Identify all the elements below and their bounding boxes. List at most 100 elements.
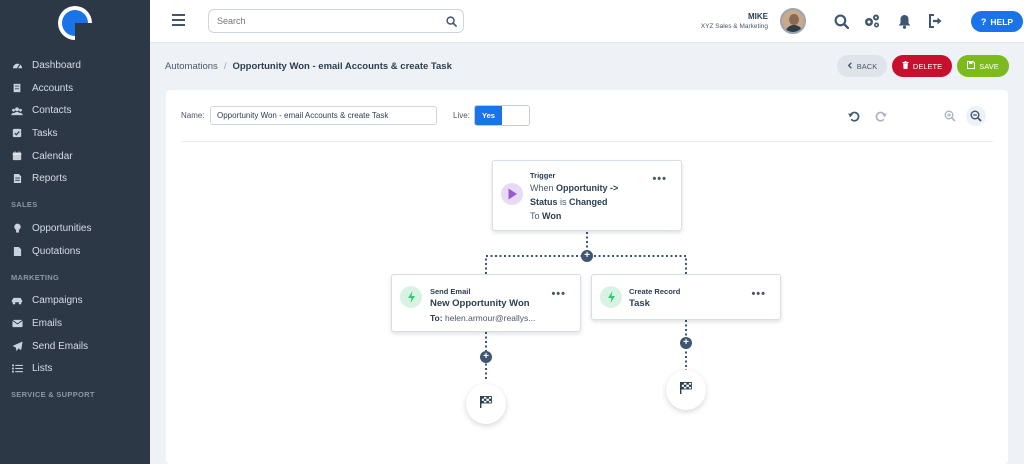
sidebar-section-marketing: MARKETING [11,272,60,282]
create-record-node[interactable]: Create Record Task ••• [591,274,781,320]
create-record-subtitle: Task [629,298,650,309]
checkered-flag-icon [679,381,693,400]
bell-icon[interactable] [895,12,913,30]
send-email-menu-icon[interactable]: ••• [551,288,566,300]
car-icon [11,295,23,307]
help-button[interactable]: ? HELP [971,11,1023,32]
sidebar-nav: Dashboard Accounts Contacts Tasks Calend… [0,54,150,401]
cogs-icon[interactable] [863,12,881,30]
sidebar-item-label: Send Emails [32,340,89,352]
search-input[interactable] [209,16,439,26]
add-step-button[interactable]: + [480,351,492,363]
trigger-object: Opportunity -> [556,183,619,193]
automation-editor-card: Name: Live: Yes Trigger When Opportuni [166,90,1008,464]
trigger-condition: Changed [569,197,608,207]
sidebar-item-campaigns[interactable]: Campaigns [0,290,150,313]
sidebar: Dashboard Accounts Contacts Tasks Calend… [0,0,150,464]
sidebar-item-label: Accounts [32,82,74,94]
sidebar-item-label: Contacts [32,105,72,117]
back-label: BACK [856,61,878,71]
trigger-title: Trigger [530,171,556,180]
page-title: Opportunity Won - email Accounts & creat… [232,61,452,72]
sidebar-item-label: Dashboard [32,59,81,71]
sidebar-item-send-emails[interactable]: Send Emails [0,335,150,358]
sidebar-item-tasks[interactable]: Tasks [0,122,150,145]
sidebar-item-label: Emails [32,318,63,330]
sidebar-item-lists[interactable]: Lists [0,358,150,381]
delete-label: DELETE [912,61,943,71]
user-name: MIKE [748,12,768,21]
trigger-node[interactable]: Trigger When Opportunity -> Status is Ch… [492,160,682,231]
building-icon [11,82,23,94]
sidebar-item-label: Tasks [32,127,58,139]
send-email-title: Send Email [430,287,471,296]
top-bar: MIKE XYZ Sales & Marketing ? HELP [150,0,1024,43]
sign-out-icon[interactable] [926,12,944,30]
sidebar-item-accounts[interactable]: Accounts [0,77,150,100]
checkbox-icon [11,127,23,139]
sidebar-section-sales: SALES [11,200,38,210]
sidebar-item-reports[interactable]: Reports [0,167,150,190]
add-step-button[interactable]: + [680,337,692,349]
trigger-to-text: To [530,211,540,221]
back-button[interactable]: BACK [837,55,887,77]
breadcrumb: Automations / Opportunity Won - email Ac… [165,61,452,72]
create-record-menu-icon[interactable]: ••• [751,288,766,300]
trigger-field: Status [530,197,558,207]
send-email-node[interactable]: Send Email New Opportunity Won To: helen… [391,274,581,332]
breadcrumb-parent[interactable]: Automations [165,61,218,72]
lightning-icon [400,286,422,308]
trigger-line-2: Status is Changed [530,197,608,207]
add-step-button[interactable]: + [581,250,593,262]
sidebar-item-quotations[interactable]: Quotations [0,240,150,263]
sidebar-item-emails[interactable]: Emails [0,312,150,335]
sidebar-item-dashboard[interactable]: Dashboard [0,54,150,77]
search-box [208,9,464,33]
sidebar-item-label: Campaigns [32,295,83,307]
sidebar-item-calendar[interactable]: Calendar [0,145,150,168]
sidebar-item-label: Quotations [32,245,81,257]
send-email-subtitle: New Opportunity Won [430,298,530,309]
report-icon [11,173,23,185]
breadcrumb-separator: / [223,61,227,72]
delete-button[interactable]: DELETE [892,55,952,77]
trigger-value: Won [542,211,562,221]
trigger-line-3: To Won [530,211,561,221]
calendar-icon [11,150,23,162]
save-button[interactable]: SAVE [957,55,1009,77]
save-label: SAVE [979,61,999,71]
sidebar-item-opportunities[interactable]: Opportunities [0,217,150,240]
floppy-disk-icon [967,61,976,71]
envelope-icon [11,318,23,330]
menu-icon[interactable] [172,14,185,26]
sidebar-section-service: SERVICE & SUPPORT [11,390,95,400]
sidebar-item-label: Reports [32,173,68,185]
play-icon [501,183,523,205]
checkered-flag-icon [479,395,493,414]
flow-connectors [485,232,687,380]
user-organization: XYZ Sales & Marketing [700,23,768,30]
end-node [666,370,706,410]
question-icon: ? [980,16,987,27]
send-email-recipient: To: helen.armour@reallys... [430,313,535,323]
list-icon [11,363,23,375]
chevron-left-icon [847,61,853,71]
trigger-line-1: When Opportunity -> [530,183,618,193]
trigger-menu-icon[interactable]: ••• [652,173,667,185]
sidebar-item-label: Opportunities [32,222,92,234]
avatar[interactable] [780,8,806,34]
help-label: HELP [990,16,1014,27]
trigger-when-text: When [530,183,554,193]
search-icon[interactable] [832,12,850,30]
sidebar-item-contacts[interactable]: Contacts [0,99,150,122]
search-icon[interactable] [439,10,463,32]
trigger-is-text: is [560,197,567,207]
lightning-icon [600,286,622,308]
users-icon [11,105,23,117]
sidebar-item-label: Calendar [32,150,73,162]
create-record-title: Create Record [629,287,681,296]
paper-plane-icon [11,340,23,352]
app-logo[interactable] [58,6,92,40]
send-email-to-value: helen.armour@reallys... [444,313,536,323]
trash-icon [902,61,909,71]
